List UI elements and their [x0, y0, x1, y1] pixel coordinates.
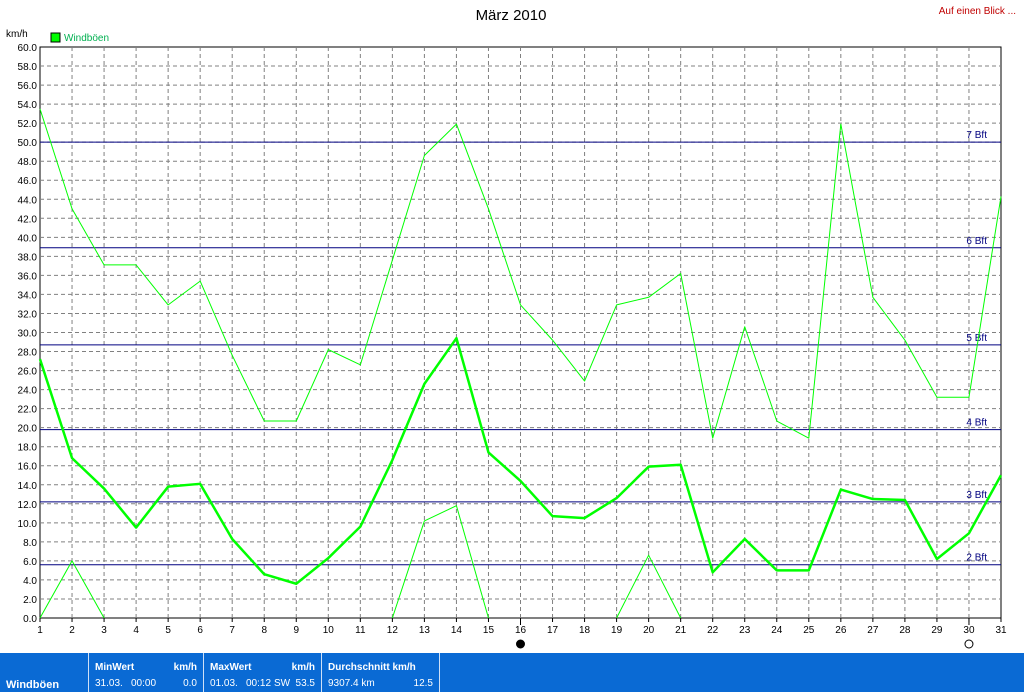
beaufort-label: 2 Bft — [966, 553, 987, 564]
beaufort-label: 7 Bft — [966, 130, 987, 141]
statistics-footer: Windböen MinWert km/h 31.03. 00:00 0.0 M… — [0, 653, 1024, 692]
x-tick-label: 28 — [899, 625, 911, 636]
y-tick-label: 20.0 — [18, 424, 38, 435]
y-tick-label: 54.0 — [18, 100, 38, 111]
x-tick-label: 23 — [739, 625, 751, 636]
x-tick-label: 10 — [323, 625, 335, 636]
y-tick-label: 28.0 — [18, 348, 38, 359]
y-tick-label: 40.0 — [18, 233, 38, 244]
x-tick-label: 11 — [355, 625, 366, 636]
y-tick-label: 8.0 — [23, 538, 37, 549]
y-tick-label: 30.0 — [18, 329, 38, 340]
y-tick-label: 32.0 — [18, 309, 38, 320]
x-tick-label: 14 — [451, 625, 463, 636]
y-tick-label: 34.0 — [18, 290, 38, 301]
y-tick-label: 24.0 — [18, 386, 38, 397]
x-tick-label: 16 — [515, 625, 527, 636]
y-tick-label: 14.0 — [18, 481, 38, 492]
x-tick-label: 30 — [963, 625, 975, 636]
x-tick-label: 21 — [675, 625, 687, 636]
y-tick-label: 4.0 — [23, 576, 37, 587]
beaufort-label: 6 Bft — [966, 236, 987, 247]
average-header: Durchschnitt km/h — [328, 662, 416, 673]
x-tick-label: 24 — [771, 625, 783, 636]
y-tick-label: 48.0 — [18, 157, 38, 168]
y-tick-label: 6.0 — [23, 557, 37, 568]
y-tick-label: 46.0 — [18, 176, 38, 187]
chart-title: März 2010 — [476, 7, 547, 24]
max-direction: SW — [274, 678, 291, 689]
min-time: 00:00 — [131, 678, 157, 689]
y-tick-label: 38.0 — [18, 252, 38, 263]
x-tick-label: 2 — [69, 625, 75, 636]
x-tick-label: 31 — [995, 625, 1007, 636]
x-tick-label: 13 — [419, 625, 431, 636]
y-tick-label: 44.0 — [18, 195, 38, 206]
average-value: 12.5 — [413, 678, 433, 689]
min-date: 31.03. — [95, 678, 123, 689]
max-unit: km/h — [291, 662, 315, 673]
wind-gust-chart: März 2010 km/h Windböen 2 Bft 3 Bft 4 Bft 5… — [6, 7, 1007, 649]
x-tick-label: 6 — [197, 625, 203, 636]
x-tick-label: 19 — [611, 625, 623, 636]
x-tick-label: 8 — [261, 625, 267, 636]
overview-link[interactable]: Auf einen Blick ... — [939, 6, 1016, 17]
y-tick-label: 58.0 — [18, 62, 38, 73]
x-tick-label: 4 — [133, 625, 139, 636]
x-tick-label: 12 — [387, 625, 399, 636]
max-value-cell: MaxWert km/h 01.03. 00:12 SW 53.5 — [204, 653, 322, 692]
x-tick-label: 18 — [579, 625, 591, 636]
y-tick-label: 12.0 — [18, 500, 38, 511]
min-unit: km/h — [173, 662, 197, 673]
y-tick-label: 2.0 — [23, 595, 37, 606]
max-value: 53.5 — [295, 678, 315, 689]
min-header: MinWert — [95, 662, 135, 673]
new-moon-icon — [516, 639, 525, 649]
legend-label: Windböen — [64, 33, 109, 44]
max-header: MaxWert — [210, 662, 252, 673]
y-tick-label: 60.0 — [18, 43, 38, 54]
x-tick-label: 17 — [547, 625, 559, 636]
max-date: 01.03. — [210, 678, 238, 689]
y-tick-label: 56.0 — [18, 81, 38, 92]
full-moon-icon — [964, 639, 974, 649]
y-tick-label: 50.0 — [18, 138, 38, 149]
y-tick-label: 36.0 — [18, 271, 38, 282]
x-tick-label: 3 — [101, 625, 107, 636]
y-tick-label: 10.0 — [18, 519, 38, 530]
average-value-cell: Durchschnitt km/h 9307.4 km 12.5 — [322, 653, 440, 692]
x-tick-label: 1 — [37, 625, 43, 636]
x-tick-label: 29 — [931, 625, 943, 636]
x-tick-label: 25 — [803, 625, 815, 636]
legend-swatch — [50, 32, 61, 43]
x-tick-label: 22 — [707, 625, 719, 636]
y-tick-label: 16.0 — [18, 462, 38, 473]
y-tick-label: 52.0 — [18, 119, 38, 130]
footer-series-name: Windböen — [6, 679, 60, 691]
beaufort-label: 4 Bft — [966, 418, 987, 429]
x-tick-label: 20 — [643, 625, 655, 636]
x-tick-label: 26 — [835, 625, 847, 636]
y-tick-label: 0.0 — [23, 614, 37, 625]
x-tick-label: 27 — [867, 625, 879, 636]
y-axis-unit: km/h — [6, 29, 28, 40]
y-tick-label: 22.0 — [18, 405, 38, 416]
y-tick-label: 26.0 — [18, 367, 38, 378]
x-tick-label: 5 — [165, 625, 171, 636]
y-tick-label: 18.0 — [18, 443, 38, 454]
average-distance: 9307.4 km — [328, 678, 375, 689]
min-value-cell: MinWert km/h 31.03. 00:00 0.0 — [88, 653, 204, 692]
beaufort-label: 5 Bft — [966, 333, 987, 344]
y-tick-label: 42.0 — [18, 214, 38, 225]
x-tick-label: 7 — [229, 625, 235, 636]
beaufort-label: 3 Bft — [966, 490, 987, 501]
x-tick-label: 9 — [293, 625, 299, 636]
max-time: 00:12 — [246, 678, 272, 689]
min-value: 0.0 — [183, 678, 197, 689]
x-tick-label: 15 — [483, 625, 495, 636]
